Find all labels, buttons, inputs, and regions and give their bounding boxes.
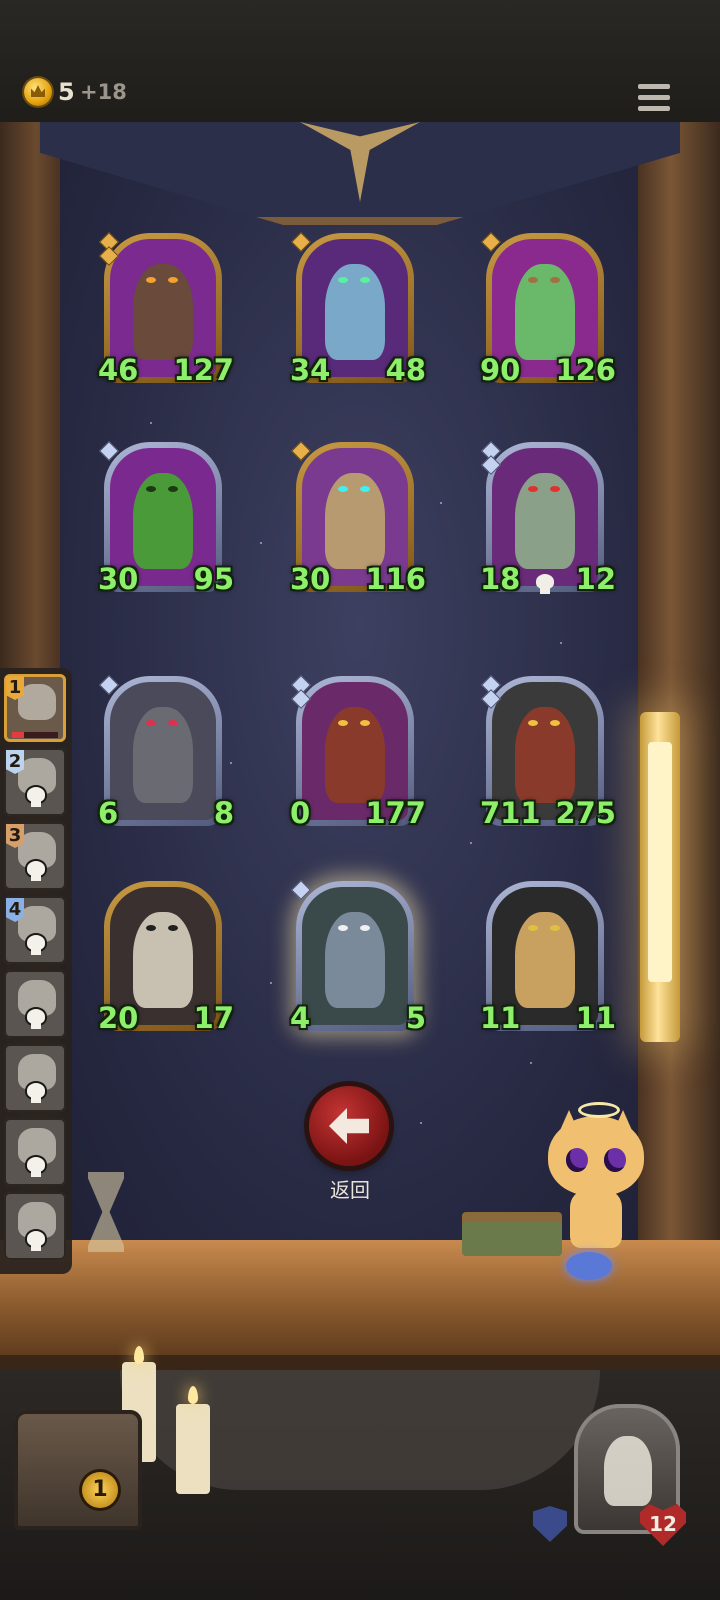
- gold-coin-icon: [24, 78, 52, 106]
- back-button-label: 返回: [330, 1178, 370, 1202]
- top-bar: 5 +18: [0, 0, 720, 125]
- health-value: 127: [173, 352, 234, 387]
- wooden-shelf: [0, 1240, 720, 1360]
- gold-amount: 5: [58, 78, 75, 106]
- rank-badge: 2: [6, 750, 24, 774]
- health-value: 17: [189, 1000, 234, 1035]
- attack-value: 46: [98, 352, 139, 387]
- skull-icon: [24, 934, 48, 958]
- rank-badge: 4: [6, 898, 24, 922]
- card-frame: [296, 881, 414, 1031]
- health-value: 95: [189, 561, 234, 596]
- attack-value: 20: [98, 1000, 139, 1035]
- skull-icon: [533, 572, 557, 596]
- chest-count-badge: 1: [82, 1472, 118, 1508]
- opponent-slot[interactable]: [4, 1118, 66, 1186]
- opponent-slot[interactable]: [4, 1192, 66, 1260]
- minion-card[interactable]: 18 12: [480, 441, 616, 598]
- skull-icon: [24, 1156, 48, 1180]
- health-value: 8: [189, 795, 234, 830]
- opponent-slot[interactable]: 2: [4, 748, 66, 816]
- books-decoration: [462, 1222, 562, 1256]
- opponent-sidebar: 1 2 3 4: [0, 668, 72, 1274]
- cat-mascot[interactable]: [548, 1102, 644, 1250]
- minion-card[interactable]: 20 17: [98, 881, 234, 1037]
- skull-icon: [24, 1008, 48, 1032]
- health-value: 177: [365, 795, 426, 830]
- minion-card[interactable]: 30 95: [98, 441, 234, 598]
- treasure-chest[interactable]: [14, 1410, 142, 1530]
- card-frame: [104, 676, 222, 826]
- hourglass-icon: [88, 1172, 124, 1252]
- attack-value: 30: [98, 561, 139, 596]
- back-button[interactable]: [309, 1086, 389, 1166]
- minion-card[interactable]: 68: [98, 675, 234, 832]
- halo-icon: [578, 1102, 620, 1118]
- attack-value: 30: [290, 561, 331, 596]
- opponent-slot[interactable]: 4: [4, 896, 66, 964]
- health-value: 11: [571, 1000, 616, 1035]
- health-value: 126: [555, 352, 616, 387]
- hero-health: 12: [649, 1512, 677, 1536]
- skull-icon: [24, 1082, 48, 1106]
- minion-card[interactable]: 46 127: [98, 232, 234, 389]
- minion-card[interactable]: 711 275: [480, 675, 616, 832]
- minion-card[interactable]: 0 177: [290, 675, 426, 832]
- attack-value: 11: [480, 1000, 521, 1035]
- minion-card[interactable]: 45: [290, 880, 426, 1037]
- minion-portrait: [110, 682, 216, 820]
- health-value: 5: [381, 1000, 426, 1035]
- skull-icon: [24, 786, 48, 810]
- minion-card[interactable]: 30 116: [290, 441, 426, 598]
- fish-icon: [566, 1252, 612, 1280]
- minion-card[interactable]: 34 48: [290, 232, 426, 389]
- opponent-slot[interactable]: [4, 970, 66, 1038]
- skull-icon: [24, 860, 48, 884]
- rank-badge: 3: [6, 824, 24, 848]
- rank-badge: 1: [6, 676, 24, 700]
- skull-icon: [24, 1230, 48, 1254]
- health-value: 12: [571, 561, 616, 596]
- minion-card[interactable]: 90 126: [480, 232, 616, 389]
- gold-increment: +18: [80, 80, 127, 104]
- opponent-slot[interactable]: [4, 1044, 66, 1112]
- opponent-health-bar: [12, 732, 58, 738]
- candle-icon: [176, 1404, 210, 1494]
- attack-value: 18: [480, 561, 521, 596]
- attack-value: 0: [290, 795, 331, 830]
- opponent-slot[interactable]: 3: [4, 822, 66, 890]
- minion-card[interactable]: 11 11: [480, 881, 616, 1037]
- opponent-slot[interactable]: 1: [4, 674, 66, 742]
- attack-value: 34: [290, 352, 331, 387]
- attack-value: 6: [98, 795, 139, 830]
- attack-value: 4: [290, 1000, 331, 1035]
- attack-value: 711: [480, 795, 541, 830]
- health-value: 116: [365, 561, 426, 596]
- menu-icon[interactable]: [638, 82, 670, 114]
- attack-value: 90: [480, 352, 521, 387]
- health-value: 275: [555, 795, 616, 830]
- arrow-left-icon: [329, 1108, 369, 1144]
- health-value: 48: [381, 352, 426, 387]
- minion-portrait: [302, 887, 408, 1025]
